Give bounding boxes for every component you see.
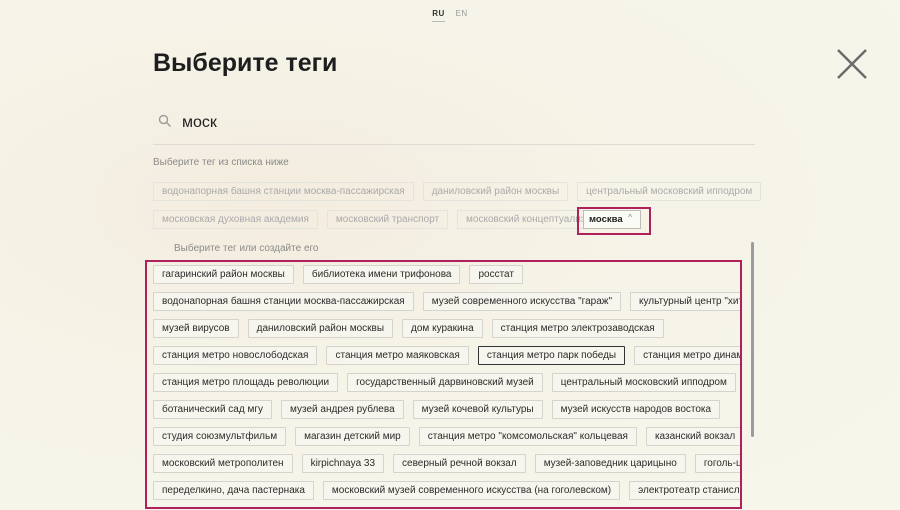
tag-chip[interactable]: переделкино, дача пастернака: [153, 481, 314, 500]
tag-chip[interactable]: станция метро динамо: [634, 346, 740, 365]
tag-chip[interactable]: станция метро новослободская: [153, 346, 318, 365]
tag-chip-partial[interactable]: [242, 508, 302, 509]
language-switcher: RU EN: [0, 9, 900, 22]
tag-chip[interactable]: ботанический сад мгу: [153, 400, 273, 419]
tag-chip[interactable]: музей искусств народов востока: [551, 400, 721, 419]
tag-chip[interactable]: магазин детский мир: [295, 427, 410, 446]
tag-chip-partial[interactable]: [153, 508, 233, 509]
tag-chip[interactable]: гоголь-центр: [694, 454, 740, 473]
tag-chip[interactable]: электротеатр станиславский: [629, 481, 740, 500]
page-title: Выберите теги: [153, 49, 338, 77]
tag-row: водонапорная башня станции москва-пассаж…: [153, 292, 740, 319]
tag-row: московский метрополитен kirpichnaya 33 с…: [153, 454, 740, 481]
lang-ru[interactable]: RU: [432, 9, 445, 22]
tag-chip[interactable]: станция метро площадь революции: [153, 373, 339, 392]
tag-chip[interactable]: музей современного искусства "гараж": [422, 292, 622, 311]
search-icon: [158, 114, 172, 128]
tag-row: студия союзмультфильм магазин детский ми…: [153, 427, 740, 454]
tag-chip[interactable]: культурный центр "хитровка": [630, 292, 740, 311]
tag-chip[interactable]: студия союзмультфильм: [153, 427, 287, 446]
tag-chip[interactable]: станция метро маяковская: [326, 346, 469, 365]
suggestion-row: московская духовная академия московский …: [153, 210, 602, 229]
tag-chip[interactable]: водонапорная башня станции москва-пассаж…: [153, 292, 414, 311]
tag-chip[interactable]: центральный московский ипподром: [551, 373, 736, 392]
tag-row: станция метро новослободская станция мет…: [153, 346, 740, 373]
create-tag-hint: Выберите тег или создайте его: [174, 243, 319, 254]
tag-chip[interactable]: музей-заповедник царицыно: [534, 454, 686, 473]
lang-en[interactable]: EN: [456, 9, 468, 21]
search-input[interactable]: [182, 110, 742, 136]
tag-list: гагаринский район москвы библиотека имен…: [153, 265, 740, 509]
tag-chip[interactable]: библиотека имени трифонова: [302, 265, 461, 284]
tag-chip-hovered[interactable]: станция метро парк победы: [477, 346, 626, 365]
tag-chip[interactable]: музей андрея рублева: [281, 400, 404, 419]
tag-list-panel: гагаринский район москвы библиотека имен…: [145, 260, 742, 509]
suggestion-hint: Выберите тег из списка ниже: [153, 157, 289, 168]
tag-row: музей вирусов даниловский район москвы д…: [153, 319, 738, 346]
tag-chip[interactable]: станция метро "комсомольская" кольцевая: [418, 427, 637, 446]
tag-chip-partial[interactable]: [520, 508, 660, 509]
suggestion-tag[interactable]: московский транспорт: [326, 210, 449, 229]
tag-row: [153, 508, 738, 509]
tag-chip[interactable]: росстат: [469, 265, 523, 284]
suggestion-tag[interactable]: центральный московский ипподром: [577, 182, 762, 201]
tag-row: ботанический сад мгу музей андрея рублев…: [153, 400, 738, 427]
tag-row: станция метро площадь революции государс…: [153, 373, 738, 400]
selected-tag-chip[interactable]: москва ^: [583, 210, 641, 229]
tag-chip[interactable]: казанский вокзал: [645, 427, 740, 446]
tag-chip-partial[interactable]: [311, 508, 511, 509]
tag-chip[interactable]: московский метрополитен: [153, 454, 293, 473]
suggestion-tag[interactable]: водонапорная башня станции москва-пассаж…: [153, 182, 414, 201]
tag-chip[interactable]: северный речной вокзал: [393, 454, 526, 473]
search-underline: [153, 144, 755, 145]
tag-row: переделкино, дача пастернака московский …: [153, 481, 740, 507]
tag-chip[interactable]: гагаринский район москвы: [153, 265, 294, 284]
tag-chip[interactable]: даниловский район москвы: [247, 319, 394, 338]
tag-row: гагаринский район москвы библиотека имен…: [153, 265, 738, 292]
suggestion-row: водонапорная башня станции москва-пассаж…: [153, 182, 762, 201]
tag-chip[interactable]: музей кочевой культуры: [412, 400, 543, 419]
tag-chip[interactable]: дом куракина: [402, 319, 483, 338]
tag-chip[interactable]: музей вирусов: [153, 319, 239, 338]
tag-chip[interactable]: государственный дарвиновский музей: [347, 373, 543, 392]
suggestion-tag[interactable]: даниловский район москвы: [422, 182, 569, 201]
close-icon[interactable]: [836, 48, 868, 80]
tag-chip[interactable]: московский музей современного искусства …: [322, 481, 621, 500]
tag-list-scrollbar[interactable]: [751, 242, 754, 437]
chevron-up-icon[interactable]: ^: [628, 213, 632, 222]
tag-chip[interactable]: kirpichnaya 33: [301, 454, 385, 473]
suggestion-tag[interactable]: московская духовная академия: [153, 210, 318, 229]
selected-tag-label: москва: [589, 214, 623, 225]
tag-chip[interactable]: станция метро электрозаводская: [491, 319, 664, 338]
